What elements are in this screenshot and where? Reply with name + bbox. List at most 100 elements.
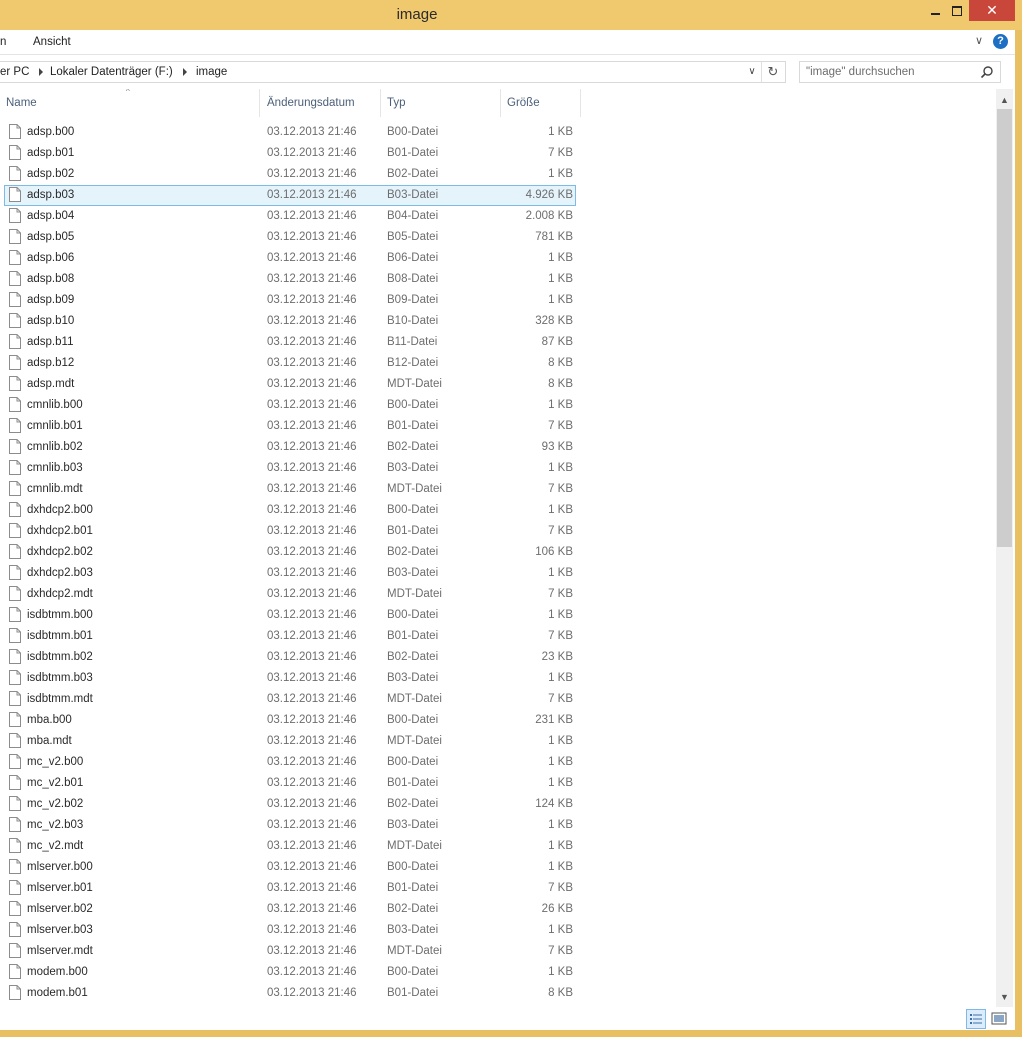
file-type: B02-Datei — [387, 798, 439, 810]
file-type: B00-Datei — [387, 504, 439, 516]
search-box[interactable] — [799, 61, 1001, 83]
file-modified-date: 03.12.2013 21:46 — [267, 546, 357, 558]
file-modified-date: 03.12.2013 21:46 — [267, 987, 357, 999]
file-row[interactable]: mlserver.b03 03.12.2013 21:46 B03-Datei 1 K… — [0, 920, 990, 941]
file-row[interactable]: mlserver.b02 03.12.2013 21:46 B02-Datei 26 … — [0, 899, 990, 920]
file-type: MDT-Datei — [387, 483, 442, 495]
breadcrumb-separator-icon[interactable] — [183, 68, 187, 76]
file-row[interactable]: dxhdcp2.b02 03.12.2013 21:46 B02-Datei 106 … — [0, 542, 990, 563]
file-name: mlserver.b03 — [27, 924, 93, 936]
file-row[interactable]: mlserver.mdt 03.12.2013 21:46 MDT-Datei 7 K… — [0, 941, 990, 962]
file-row[interactable]: cmnlib.b00 03.12.2013 21:46 B00-Datei 1 KB — [0, 395, 990, 416]
file-icon — [9, 754, 21, 769]
refresh-icon[interactable]: ↻ — [765, 63, 781, 81]
file-type: B03-Datei — [387, 819, 439, 831]
file-row[interactable]: adsp.b05 03.12.2013 21:46 B05-Datei 781 KB — [0, 227, 990, 248]
file-size: 1 KB — [548, 567, 573, 579]
file-row[interactable]: mba.mdt 03.12.2013 21:46 MDT-Datei 1 KB — [0, 731, 990, 752]
file-row[interactable]: adsp.b11 03.12.2013 21:46 B11-Datei 87 KB — [0, 332, 990, 353]
file-row[interactable]: mc_v2.b02 03.12.2013 21:46 B02-Datei 124 KB — [0, 794, 990, 815]
file-name: isdbtmm.b00 — [27, 609, 93, 621]
address-bar[interactable]: er PC Lokaler Datenträger (F:) image ∨ ↻ — [0, 61, 786, 83]
file-row[interactable]: mlserver.b01 03.12.2013 21:46 B01-Datei 7 K… — [0, 878, 990, 899]
file-row[interactable]: adsp.b10 03.12.2013 21:46 B10-Datei 328 KB — [0, 311, 990, 332]
file-modified-date: 03.12.2013 21:46 — [267, 147, 357, 159]
large-icons-view-button[interactable] — [989, 1009, 1009, 1029]
file-name: isdbtmm.b01 — [27, 630, 93, 642]
file-row[interactable]: cmnlib.b01 03.12.2013 21:46 B01-Datei 7 KB — [0, 416, 990, 437]
file-row[interactable]: mba.b00 03.12.2013 21:46 B00-Datei 231 KB — [0, 710, 990, 731]
file-row[interactable]: dxhdcp2.b03 03.12.2013 21:46 B03-Datei 1 KB — [0, 563, 990, 584]
file-row[interactable]: isdbtmm.b01 03.12.2013 21:46 B01-Datei 7 KB — [0, 626, 990, 647]
file-row[interactable]: dxhdcp2.b00 03.12.2013 21:46 B00-Datei 1 KB — [0, 500, 990, 521]
close-button[interactable]: ✕ — [969, 0, 1015, 21]
address-history-dropdown-icon[interactable]: ∨ — [745, 64, 759, 80]
file-row[interactable]: adsp.b02 03.12.2013 21:46 B02-Datei 1 KB — [0, 164, 990, 185]
file-row[interactable]: adsp.b12 03.12.2013 21:46 B12-Datei 8 KB — [0, 353, 990, 374]
scroll-up-arrow-icon[interactable]: ▲ — [996, 92, 1013, 109]
file-row[interactable]: mc_v2.b00 03.12.2013 21:46 B00-Datei 1 KB — [0, 752, 990, 773]
title-bar: image ✕ — [0, 0, 1022, 30]
ribbon-tabs: n Ansicht ∨ ? — [0, 30, 1022, 55]
file-type: B01-Datei — [387, 420, 439, 432]
file-row[interactable]: mc_v2.mdt 03.12.2013 21:46 MDT-Datei 1 KB — [0, 836, 990, 857]
search-icon[interactable] — [980, 65, 994, 79]
vertical-scrollbar[interactable]: ▲ ▼ — [996, 89, 1013, 1009]
file-row[interactable]: isdbtmm.b00 03.12.2013 21:46 B00-Datei 1 KB — [0, 605, 990, 626]
file-icon — [9, 712, 21, 727]
file-row[interactable]: isdbtmm.b02 03.12.2013 21:46 B02-Datei 23 K… — [0, 647, 990, 668]
file-size: 106 KB — [535, 546, 573, 558]
expand-ribbon-chevron-icon[interactable]: ∨ — [972, 34, 986, 48]
file-row[interactable]: mlserver.b00 03.12.2013 21:46 B00-Datei 1 K… — [0, 857, 990, 878]
file-row[interactable]: adsp.b04 03.12.2013 21:46 B04-Datei 2.008 K… — [0, 206, 990, 227]
file-row[interactable]: modem.b00 03.12.2013 21:46 B00-Datei 1 KB — [0, 962, 990, 983]
breadcrumb-this-pc[interactable]: er PC — [0, 62, 29, 82]
file-row[interactable]: mc_v2.b03 03.12.2013 21:46 B03-Datei 1 KB — [0, 815, 990, 836]
file-size: 7 KB — [548, 525, 573, 537]
file-row[interactable]: adsp.b03 03.12.2013 21:46 B03-Datei 4.926 K… — [0, 185, 990, 206]
file-modified-date: 03.12.2013 21:46 — [267, 357, 357, 369]
file-type: B03-Datei — [387, 189, 439, 201]
file-row[interactable]: isdbtmm.b03 03.12.2013 21:46 B03-Datei 1 KB — [0, 668, 990, 689]
file-row[interactable]: adsp.mdt 03.12.2013 21:46 MDT-Datei 8 KB — [0, 374, 990, 395]
file-row[interactable]: dxhdcp2.b01 03.12.2013 21:46 B01-Datei 7 KB — [0, 521, 990, 542]
column-header-date[interactable]: Änderungsdatum — [261, 89, 381, 117]
details-view-button[interactable] — [966, 1009, 986, 1029]
file-row[interactable]: cmnlib.b02 03.12.2013 21:46 B02-Datei 93 KB — [0, 437, 990, 458]
scrollbar-thumb[interactable] — [997, 109, 1012, 547]
column-header-name[interactable]: Name ^ — [0, 89, 260, 117]
file-name: adsp.b04 — [27, 210, 75, 222]
tab-ansicht[interactable]: Ansicht — [33, 30, 71, 54]
file-row[interactable]: dxhdcp2.mdt 03.12.2013 21:46 MDT-Datei 7 KB — [0, 584, 990, 605]
file-modified-date: 03.12.2013 21:46 — [267, 819, 357, 831]
column-header-type[interactable]: Typ — [381, 89, 501, 117]
file-size: 328 KB — [535, 315, 573, 327]
file-icon — [9, 628, 21, 643]
file-name: mlserver.mdt — [27, 945, 93, 957]
scroll-down-arrow-icon[interactable]: ▼ — [996, 989, 1013, 1006]
status-bar — [0, 1007, 1015, 1030]
file-row[interactable]: adsp.b08 03.12.2013 21:46 B08-Datei 1 KB — [0, 269, 990, 290]
search-input[interactable] — [806, 62, 976, 82]
column-header-size[interactable]: Größe — [501, 89, 581, 117]
file-modified-date: 03.12.2013 21:46 — [267, 588, 357, 600]
file-row[interactable]: cmnlib.mdt 03.12.2013 21:46 MDT-Datei 7 KB — [0, 479, 990, 500]
window-title: image — [396, 6, 438, 23]
file-row[interactable]: adsp.b09 03.12.2013 21:46 B09-Datei 1 KB — [0, 290, 990, 311]
file-row[interactable]: cmnlib.b03 03.12.2013 21:46 B03-Datei 1 KB — [0, 458, 990, 479]
file-row[interactable]: isdbtmm.mdt 03.12.2013 21:46 MDT-Datei 7 KB — [0, 689, 990, 710]
file-row[interactable]: mc_v2.b01 03.12.2013 21:46 B01-Datei 1 KB — [0, 773, 990, 794]
file-name: dxhdcp2.mdt — [27, 588, 93, 600]
help-icon[interactable]: ? — [993, 34, 1008, 49]
file-row[interactable]: adsp.b00 03.12.2013 21:46 B00-Datei 1 KB — [0, 122, 990, 143]
file-icon — [9, 376, 21, 391]
breadcrumb-drive[interactable]: Lokaler Datenträger (F:) — [50, 62, 173, 82]
maximize-button[interactable] — [944, 0, 970, 21]
tab-start-partial[interactable]: n — [0, 30, 6, 54]
file-size: 1 KB — [548, 273, 573, 285]
breadcrumb-image[interactable]: image — [196, 62, 227, 82]
file-row[interactable]: modem.b01 03.12.2013 21:46 B01-Datei 8 KB — [0, 983, 990, 1004]
breadcrumb-separator-icon[interactable] — [39, 68, 43, 76]
file-row[interactable]: adsp.b01 03.12.2013 21:46 B01-Datei 7 KB — [0, 143, 990, 164]
file-row[interactable]: adsp.b06 03.12.2013 21:46 B06-Datei 1 KB — [0, 248, 990, 269]
